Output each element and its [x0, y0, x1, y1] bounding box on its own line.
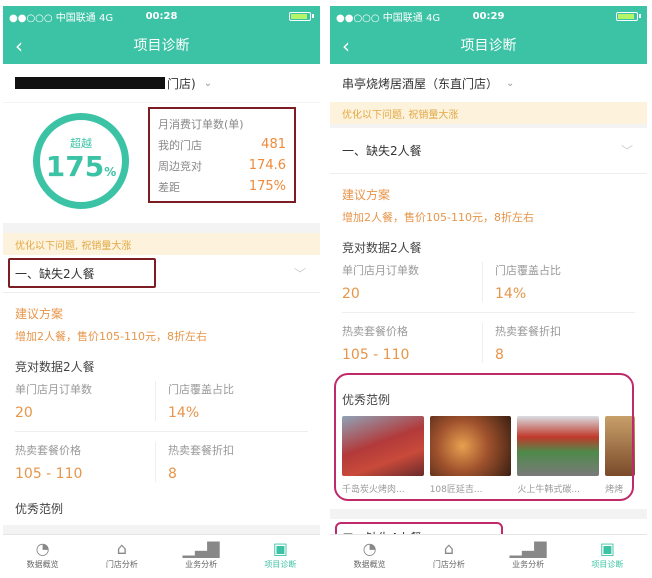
tab-store-analysis[interactable]: ⌂ 门店分析 — [82, 535, 161, 574]
tab-data-overview[interactable]: ◔ 数据概览 — [3, 535, 82, 574]
bar-chart-icon: ▁▃▇ — [509, 539, 547, 558]
ring-label: 超越 — [70, 136, 92, 150]
battery-icon — [289, 11, 311, 21]
right-phone-screen: ●●○○○ 中国联通 4G 00:29 ‹ 项目诊断 串亭烧烤居酒屋（东直门店）… — [330, 6, 647, 574]
ring-value: 175% — [45, 149, 117, 183]
tab-data-overview[interactable]: ◔ 数据概览 — [330, 535, 409, 574]
compare-grid: 单门店月订单数 20 门店覆盖占比 14% — [15, 381, 308, 421]
compare-grid: 单门店月订单数 20 门店覆盖占比 14% — [342, 262, 635, 302]
battery-icon — [616, 11, 638, 21]
chevron-down-icon: ﹀ — [620, 144, 633, 158]
store-name-suffix: 门店) — [167, 76, 196, 91]
chevron-down-icon: ﹀ — [293, 267, 306, 281]
stats-row: 我的门店 481 — [158, 137, 286, 152]
exceed-ring: 超越 175% — [33, 113, 129, 209]
compare-title: 竞对数据2人餐 — [15, 360, 95, 374]
tab-business-analysis[interactable]: ▁▃▇ 业务分析 — [489, 535, 568, 574]
suggest-text: 增加2人餐，售价105-110元，8折左右 — [15, 330, 207, 343]
tip-banner: 优化以下问题, 祝销量大涨 — [330, 102, 647, 124]
store-selector[interactable]: 串亭烧烤居酒屋（东直门店） ⌄ — [330, 64, 647, 102]
redacted-store-name — [15, 77, 165, 89]
tab-business-analysis[interactable]: ▁▃▇ 业务分析 — [162, 535, 241, 574]
left-phone-screen: ●●○○○ 中国联通 4G 00:28 ‹ 项目诊断 门店) ⌄ 超越 175%… — [3, 6, 320, 574]
chevron-down-icon: ⌄ — [506, 77, 515, 89]
clock: 00:28 — [145, 10, 178, 22]
store-name: 串亭烧烤居酒屋（东直门店） — [342, 76, 499, 91]
status-bar: ●●○○○ 中国联通 4G 00:29 — [330, 6, 647, 26]
tip-banner: 优化以下问题, 祝销量大涨 — [3, 233, 320, 255]
stats-row: 周边竞对 174.6 — [158, 158, 286, 173]
tab-project-diagnosis[interactable]: ▣ 项目诊断 — [241, 535, 320, 574]
gauge-icon: ◔ — [35, 539, 50, 558]
gauge-icon: ◔ — [362, 539, 377, 558]
highlight-box — [8, 258, 156, 288]
suggest-text: 增加2人餐，售价105-110元，8折左右 — [342, 211, 534, 224]
nav-bar: ‹ 项目诊断 — [3, 26, 320, 64]
store-icon: ⌂ — [443, 539, 454, 558]
tab-project-diagnosis[interactable]: ▣ 项目诊断 — [568, 535, 647, 574]
order-stats-box: 月消费订单数(单) 我的门店 481 周边竞对 174.6 差距 175% — [148, 107, 296, 203]
suggestion-card: 建议方案 增加2人餐，售价105-110元，8折左右 竞对数据2人餐 单门店月订… — [3, 293, 320, 525]
section-title: 一、缺失2人餐 — [342, 144, 422, 158]
stats-row: 差距 175% — [158, 179, 286, 194]
suggestion-card: 建议方案 增加2人餐，售价105-110元，8折左右 竞对数据2人餐 单门店月订… — [330, 174, 647, 509]
suggest-title: 建议方案 — [15, 307, 64, 321]
back-icon[interactable]: ‹ — [342, 34, 350, 58]
summary-panel: 超越 175% 月消费订单数(单) 我的门店 481 周边竞对 174.6 差距 17… — [3, 103, 320, 223]
store-icon: ⌂ — [116, 539, 127, 558]
bar-chart-icon: ▁▃▇ — [182, 539, 220, 558]
highlight-oval — [334, 373, 634, 501]
page-title: 项目诊断 — [460, 38, 517, 54]
back-icon[interactable]: ‹ — [15, 34, 23, 58]
compare-title: 竞对数据2人餐 — [342, 241, 422, 255]
bottom-tab-bar: ◔ 数据概览 ⌂ 门店分析 ▁▃▇ 业务分析 ▣ 项目诊断 — [3, 534, 320, 574]
compare-grid: 热卖套餐价格 105 - 110 热卖套餐折扣 8 — [15, 442, 308, 482]
diagnosis-icon: ▣ — [599, 539, 615, 558]
page-title: 项目诊断 — [133, 38, 190, 54]
clock: 00:29 — [472, 10, 505, 22]
section-missing-2-person-meal[interactable]: 一、缺失2人餐 ﹀ — [330, 128, 647, 174]
bottom-tab-bar: ◔ 数据概览 ⌂ 门店分析 ▁▃▇ 业务分析 ▣ 项目诊断 — [330, 534, 647, 574]
excellent-examples: 优秀范例 千岛炭火烤肉... 108匠延吉... 火上牛韩式碳... 烤烤 — [334, 373, 635, 501]
compare-grid: 热卖套餐价格 105 - 110 热卖套餐折扣 8 — [342, 323, 635, 363]
suggest-title: 建议方案 — [342, 188, 391, 202]
diagnosis-icon: ▣ — [272, 539, 288, 558]
stats-title: 月消费订单数(单) — [158, 117, 244, 131]
nav-bar: ‹ 项目诊断 — [330, 26, 647, 64]
excellent-examples-title: 优秀范例 — [15, 502, 64, 516]
chevron-down-icon: ⌄ — [203, 77, 213, 89]
section-missing-2-person-meal[interactable]: 一、缺失2人餐 ﹀ — [3, 255, 320, 293]
store-selector[interactable]: 门店) ⌄ — [3, 64, 320, 102]
tab-store-analysis[interactable]: ⌂ 门店分析 — [409, 535, 488, 574]
status-bar: ●●○○○ 中国联通 4G 00:28 — [3, 6, 320, 26]
